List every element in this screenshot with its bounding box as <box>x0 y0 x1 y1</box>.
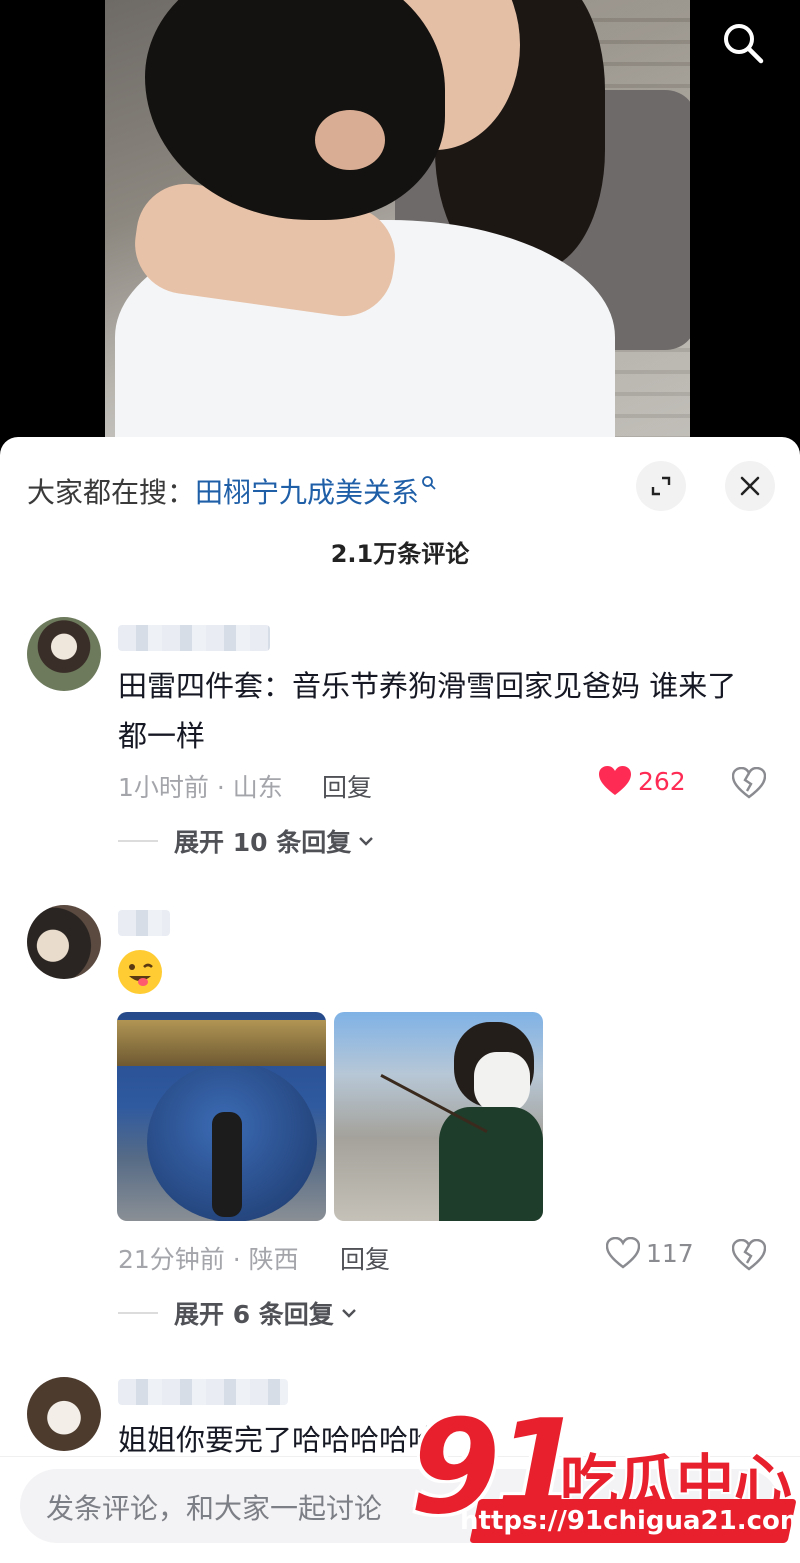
comment-count: 2.1万条评论 <box>330 540 470 568</box>
broken-heart-icon <box>731 1238 767 1271</box>
close-button[interactable] <box>725 461 775 511</box>
expand-replies-label: 展开 6 条回复 <box>174 1300 334 1329</box>
expand-replies-label: 展开 10 条回复 <box>174 828 352 857</box>
username-blurred[interactable] <box>118 1379 288 1405</box>
watermark-url-text: https://91chigua21.com <box>459 1506 800 1536</box>
watermark-url: https://91chigua21.com <box>460 1499 800 1543</box>
search-icon <box>422 476 436 490</box>
like-count: 262 <box>638 766 686 796</box>
like-count: 117 <box>646 1238 694 1268</box>
avatar[interactable] <box>27 905 101 979</box>
hot-search-bar[interactable]: 大家都在搜：田栩宁九成美关系 <box>27 471 437 511</box>
broken-heart-icon <box>731 766 767 799</box>
avatar[interactable] <box>27 617 101 691</box>
comment-image[interactable] <box>334 1012 543 1221</box>
username-blurred[interactable] <box>118 625 270 651</box>
reply-button[interactable]: 回复 <box>322 768 372 804</box>
chevron-down-icon <box>359 837 374 846</box>
avatar[interactable] <box>27 1377 101 1451</box>
watermark: 91 吃瓜中心 https://91chigua21.com <box>404 1391 800 1563</box>
reply-button[interactable]: 回复 <box>340 1240 390 1276</box>
heart-outline-icon <box>606 1237 640 1269</box>
expand-icon <box>651 476 671 496</box>
chevron-down-icon <box>341 1309 356 1318</box>
dislike-button[interactable] <box>731 766 767 801</box>
dislike-button[interactable] <box>731 1238 767 1273</box>
expand-replies-button[interactable]: 展开 6 条回复 <box>118 1295 358 1331</box>
like-button[interactable]: 117 <box>606 1237 694 1269</box>
heart-filled-icon <box>599 766 631 795</box>
hot-search-term[interactable]: 田栩宁九成美关系 <box>195 476 419 509</box>
close-icon <box>740 476 760 496</box>
comments-sheet: 大家都在搜：田栩宁九成美关系 2.1万条评论 田雷四件套：音乐节养狗滑雪回家见爸… <box>0 437 800 1563</box>
hot-search-prefix: 大家都在搜： <box>27 476 196 509</box>
comment-images <box>0 1012 800 1221</box>
comment-meta: 21分钟前 · 陕西 <box>118 1245 299 1274</box>
comment-image[interactable] <box>117 1012 326 1221</box>
username-blurred[interactable] <box>118 910 170 936</box>
video-frame <box>105 0 690 440</box>
expand-button[interactable] <box>636 461 686 511</box>
comment-input-placeholder: 发条评论，和大家一起讨论 <box>46 1492 383 1525</box>
wink-tongue-emoji <box>118 950 162 994</box>
search-icon[interactable] <box>720 20 766 66</box>
comment-meta: 1小时前 · 山东 <box>118 773 283 802</box>
like-button[interactable]: 262 <box>598 765 686 797</box>
comment-text: 田雷四件套：音乐节养狗滑雪回家见爸妈 谁来了都一样 <box>118 669 737 753</box>
video-player[interactable] <box>0 0 800 440</box>
expand-replies-button[interactable]: 展开 10 条回复 <box>118 823 375 859</box>
